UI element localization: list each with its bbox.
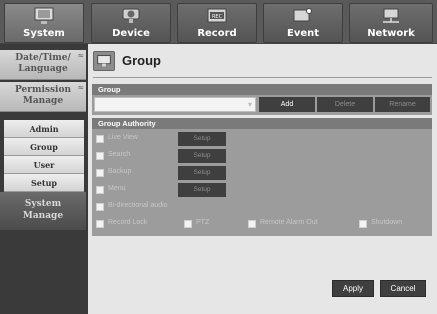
sidebar-item-user[interactable]: User <box>4 156 84 174</box>
monitor-icon <box>34 7 54 24</box>
tab-event-label: Event <box>286 28 320 39</box>
backup-setup-button[interactable]: Setup <box>178 166 226 180</box>
event-icon <box>293 8 312 22</box>
ptz-checkbox[interactable] <box>184 220 192 228</box>
remote-alarm-out-checkbox[interactable] <box>248 220 256 228</box>
group-authority-panel: Group Authority Live View Setup Search S… <box>92 118 432 236</box>
search-setup-button[interactable]: Setup <box>178 149 226 163</box>
search-checkbox[interactable] <box>96 152 104 160</box>
tab-event[interactable]: Event <box>263 3 343 43</box>
shutdown-label: Shutdown <box>371 219 403 226</box>
sidebar-permission-line1: Permission <box>14 85 72 95</box>
menu-setup-button[interactable]: Setup <box>178 183 226 197</box>
sidebar-permission-manage[interactable]: ≈ Permission Manage <box>0 82 86 112</box>
apply-button[interactable]: Apply <box>332 280 374 297</box>
group-authority-header: Group Authority <box>92 118 432 129</box>
tab-network-label: Network <box>367 28 415 39</box>
top-menu-bar: System Device REC Record Event Network <box>0 0 437 44</box>
monitor-icon <box>93 51 115 71</box>
sidebar: ≈ Date/Time/ Language ≈ Permission Manag… <box>0 44 88 314</box>
rename-button[interactable]: Rename <box>375 97 430 112</box>
divider <box>93 77 432 78</box>
menu-label: Menu <box>108 185 126 192</box>
main-content: Group Group ▾ Add Delete Rename Group Au… <box>88 44 437 314</box>
group-select[interactable]: ▾ <box>94 97 256 112</box>
tab-network[interactable]: Network <box>349 3 433 43</box>
backup-label: Backup <box>108 168 132 175</box>
cancel-button[interactable]: Cancel <box>380 280 426 297</box>
expand-icon: ≈ <box>77 82 84 92</box>
sidebar-item-admin[interactable]: Admin <box>4 120 84 138</box>
menu-checkbox[interactable] <box>96 186 104 194</box>
record-lock-label: Record Lock <box>108 219 148 226</box>
sidebar-system-manage[interactable]: System Manage <box>0 192 86 230</box>
network-icon <box>383 8 399 23</box>
add-button[interactable]: Add <box>259 97 315 112</box>
authority-row-misc: Record Lock PTZ Remote Alarm Out Shutdow… <box>96 217 432 231</box>
remote-alarm-out-label: Remote Alarm Out <box>260 219 318 226</box>
search-label: Search <box>108 151 131 158</box>
live-view-label: Live View <box>108 134 138 141</box>
sidebar-date-time-line2: Language <box>18 64 68 74</box>
live-view-setup-button[interactable]: Setup <box>178 132 226 146</box>
group-panel: Group ▾ Add Delete Rename <box>92 84 432 115</box>
ptz-label: PTZ <box>196 219 210 226</box>
backup-checkbox[interactable] <box>96 169 104 177</box>
live-view-checkbox[interactable] <box>96 135 104 143</box>
expand-icon: ≈ <box>77 50 84 60</box>
tab-device[interactable]: Device <box>91 3 171 43</box>
sidebar-item-setup[interactable]: Setup <box>4 174 84 192</box>
bidirectional-audio-checkbox[interactable] <box>96 203 104 211</box>
svg-text:REC: REC <box>212 14 223 20</box>
bidirectional-audio-label: Bi-directional audio <box>108 202 168 209</box>
tab-system[interactable]: System <box>4 3 84 43</box>
camera-icon <box>122 8 140 23</box>
sidebar-date-time-language[interactable]: ≈ Date/Time/ Language <box>0 50 86 80</box>
chevron-down-icon: ▾ <box>247 100 252 109</box>
record-lock-checkbox[interactable] <box>96 220 104 228</box>
rec-icon: REC <box>207 8 227 23</box>
delete-button[interactable]: Delete <box>317 97 373 112</box>
sidebar-permission-line2: Manage <box>22 96 64 106</box>
shutdown-checkbox[interactable] <box>359 220 367 228</box>
sidebar-item-group[interactable]: Group <box>4 138 84 156</box>
tab-record-label: Record <box>197 28 237 39</box>
tab-device-label: Device <box>112 28 150 39</box>
tab-record[interactable]: REC Record <box>177 3 257 43</box>
group-panel-header: Group <box>92 84 432 95</box>
sidebar-system-line1: System <box>24 199 62 209</box>
sidebar-system-line2: Manage <box>22 211 64 221</box>
sidebar-date-time-line1: Date/Time/ <box>15 53 71 63</box>
page-title: Group <box>122 53 161 68</box>
tab-system-label: System <box>23 28 65 39</box>
